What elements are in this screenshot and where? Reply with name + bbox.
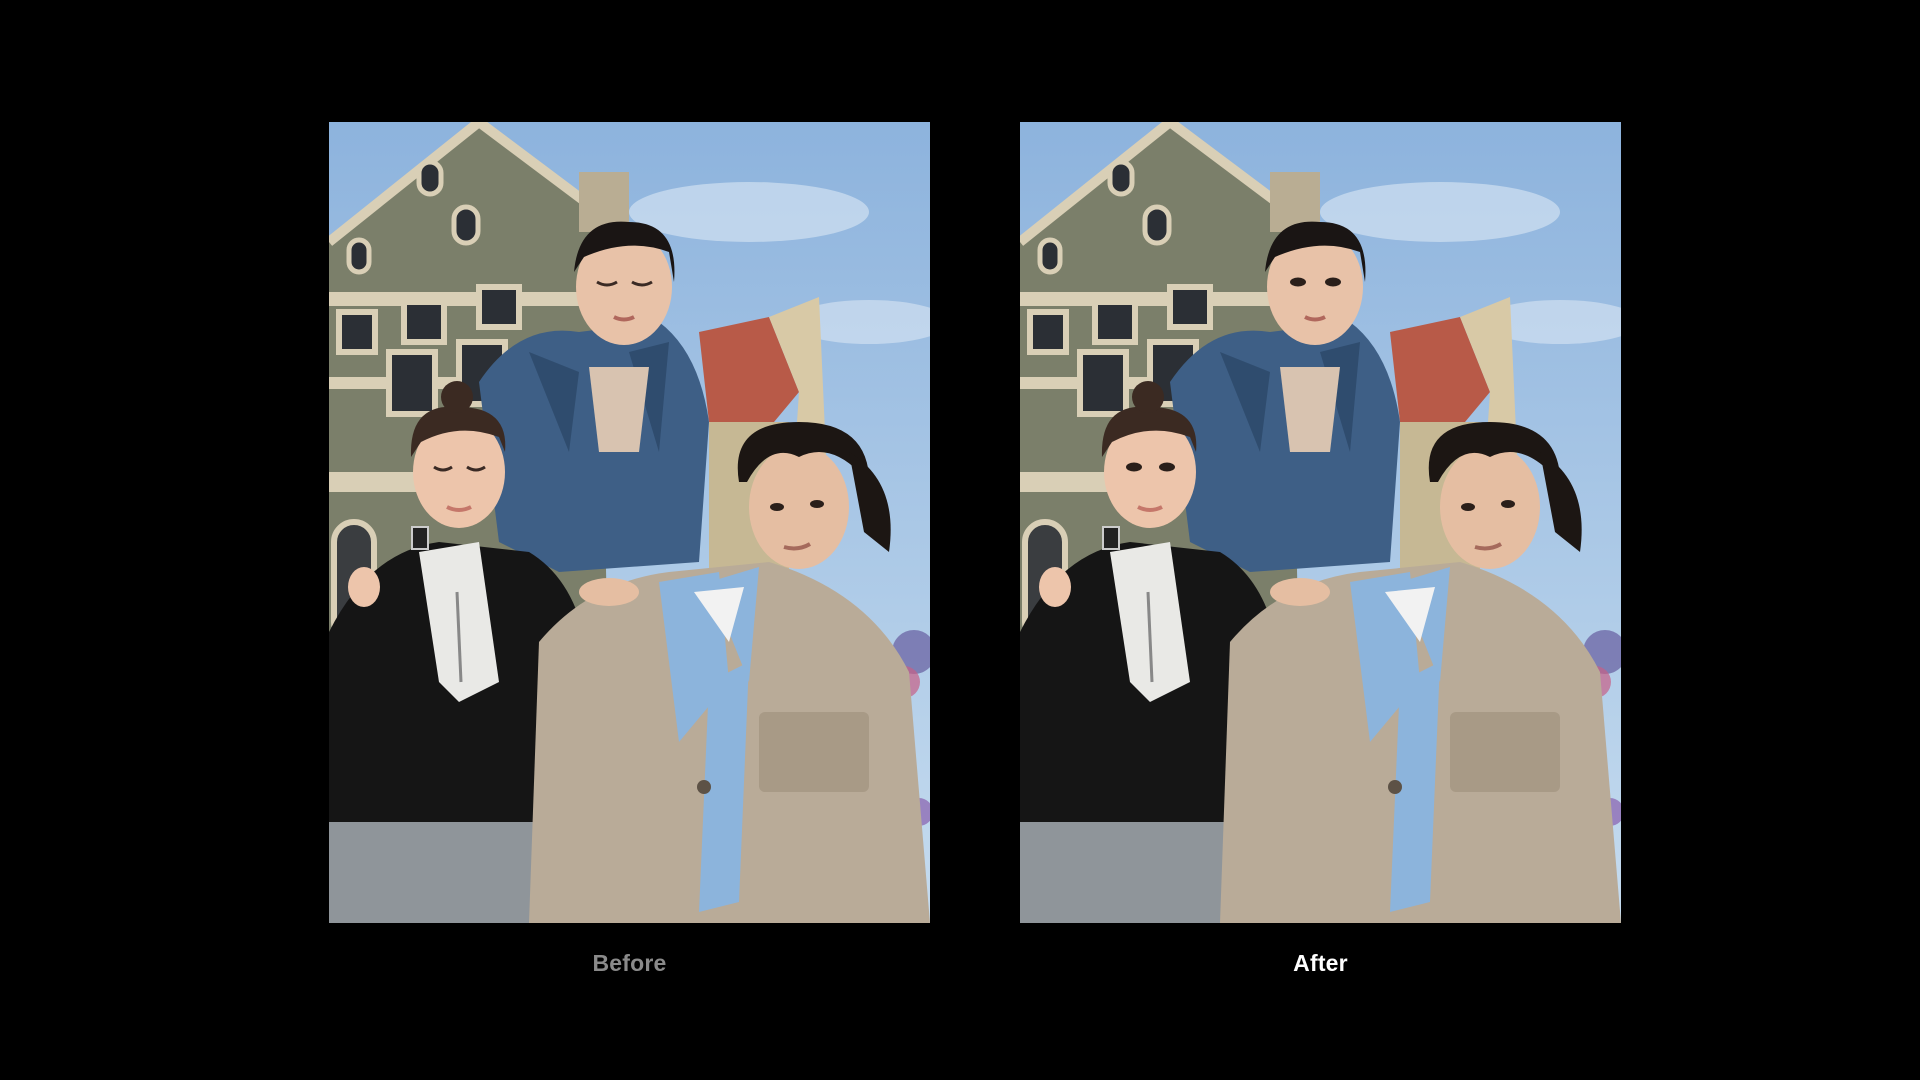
before-label: Before [592,950,667,976]
before-photo-illustration [329,122,930,923]
after-photo [1020,122,1621,923]
after-photo-illustration [1020,122,1621,923]
after-label: After [1293,950,1348,976]
before-photo [329,122,930,923]
comparison-stage: Before After [0,0,1920,1080]
